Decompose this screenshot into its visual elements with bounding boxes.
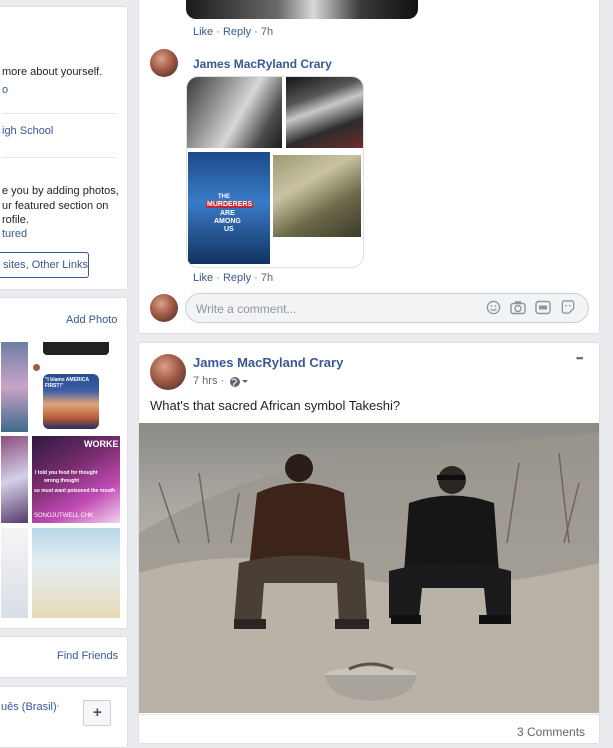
- school-link[interactable]: igh School: [2, 125, 53, 137]
- language-card: uês (Brasil) · +: [0, 686, 128, 748]
- featured-text-3: rofile.: [2, 214, 29, 226]
- photo-text-chk: SONOJUTWELL CHK: [34, 513, 94, 519]
- sticker-icon[interactable]: [560, 300, 576, 315]
- commenter-name[interactable]: James MacRyland Crary: [193, 57, 332, 71]
- separator: ·: [216, 26, 220, 38]
- find-friends-card: Find Friends: [0, 636, 128, 678]
- collage-tile-poster: THE MURDERERS ARE AMONG US: [188, 152, 270, 264]
- separator: ·: [254, 272, 258, 284]
- photo-strip: [43, 342, 109, 355]
- photo-text-told-1: I told you food for thought: [35, 470, 98, 476]
- featured-text-1: e you by adding photos,: [2, 185, 119, 197]
- photo-thumb-3[interactable]: [1, 436, 28, 523]
- photo-thumb-4[interactable]: WORKE I told you food for thought wrong …: [32, 436, 120, 523]
- poster-title-5: US: [224, 226, 234, 233]
- gif-icon[interactable]: [535, 300, 551, 315]
- collage-tile-woman: [187, 77, 282, 148]
- post-text: What's that sacred African symbol Takesh…: [150, 398, 401, 413]
- post-options-button[interactable]: •••: [576, 353, 584, 363]
- language-link[interactable]: uês (Brasil): [1, 701, 57, 713]
- post-image[interactable]: [139, 423, 599, 713]
- featured-link[interactable]: tured: [2, 228, 27, 240]
- collage-image[interactable]: THE MURDERERS ARE AMONG US: [186, 76, 364, 268]
- find-friends-link[interactable]: Find Friends: [57, 650, 118, 662]
- globe-icon[interactable]: [229, 376, 249, 388]
- commenter-avatar[interactable]: [150, 49, 178, 77]
- trump-image: "I blame AMERICA FIRST!": [43, 374, 99, 429]
- divider: [139, 714, 599, 715]
- like-link[interactable]: Like: [193, 272, 213, 284]
- like-link[interactable]: Like: [193, 26, 213, 38]
- intro-card: more about yourself. o igh School e you …: [0, 6, 128, 290]
- photo-thumb-6[interactable]: [32, 528, 120, 618]
- divider: [2, 157, 116, 158]
- separator: ·: [216, 272, 220, 284]
- collage-tile-smoke: [286, 77, 363, 148]
- poster-title-3: ARE: [220, 210, 235, 217]
- post-time[interactable]: 7 hrs: [193, 375, 217, 387]
- emoji-icon[interactable]: [486, 300, 501, 315]
- photo-text-told-3: so must want poisoned the mouth: [34, 488, 116, 494]
- post-image-scene: [139, 433, 599, 713]
- separator: ·: [220, 375, 225, 387]
- separator: ·: [254, 26, 258, 38]
- add-photo-link[interactable]: Add Photo: [66, 314, 117, 326]
- avatar: [33, 364, 40, 371]
- comment-input[interactable]: Write a comment...: [185, 293, 589, 323]
- comment-actions: Like · Reply · 7h: [193, 26, 273, 38]
- post-card: James MacRyland Crary 7 hrs · ••• What's…: [138, 342, 600, 744]
- photo-text-told-2: wrong thought: [44, 478, 79, 484]
- photo-text-worke: WORKE: [84, 439, 119, 449]
- collage-tile-soldiers: [273, 155, 361, 237]
- comment-time: 7h: [260, 272, 274, 284]
- current-user-avatar[interactable]: [150, 294, 178, 322]
- add-language-button[interactable]: +: [83, 700, 111, 726]
- comment-input-placeholder: Write a comment...: [196, 302, 297, 316]
- photo-thumb-1[interactable]: [1, 342, 28, 432]
- poster-title-4: AMONG: [214, 218, 241, 225]
- reply-link[interactable]: Reply: [223, 26, 251, 38]
- photo-thumb-5[interactable]: [1, 528, 28, 618]
- photos-card: Add Photo "I blame AMERICA FIRST!" WORKE…: [0, 297, 128, 629]
- camera-icon[interactable]: [510, 300, 526, 315]
- post-author-name[interactable]: James MacRyland Crary: [193, 355, 343, 370]
- post-author-avatar[interactable]: [150, 354, 186, 390]
- websites-button-label: sites, Other Links: [3, 259, 88, 271]
- reply-link[interactable]: Reply: [223, 272, 251, 284]
- websites-button[interactable]: sites, Other Links: [0, 252, 89, 278]
- trump-caption: "I blame AMERICA FIRST!": [45, 377, 89, 389]
- language-separator: ·: [56, 700, 60, 712]
- photo-thumb-2[interactable]: "I blame AMERICA FIRST!": [33, 342, 119, 432]
- comments-card: Like · Reply · 7h James MacRyland Crary …: [138, 0, 600, 334]
- collage-comment-actions: Like · Reply · 7h: [193, 272, 273, 284]
- plus-icon: +: [93, 704, 102, 721]
- intro-link[interactable]: o: [2, 84, 8, 96]
- comment-time: 7h: [260, 26, 274, 38]
- divider: [2, 113, 116, 114]
- poster-title-1: THE: [218, 194, 230, 200]
- poster-title-2: MURDERERS: [206, 201, 254, 208]
- post-meta: 7 hrs ·: [193, 375, 224, 387]
- featured-text-2: ur featured section on: [2, 200, 109, 212]
- comment-image-partial[interactable]: [186, 0, 418, 19]
- intro-text: more about yourself.: [2, 66, 103, 78]
